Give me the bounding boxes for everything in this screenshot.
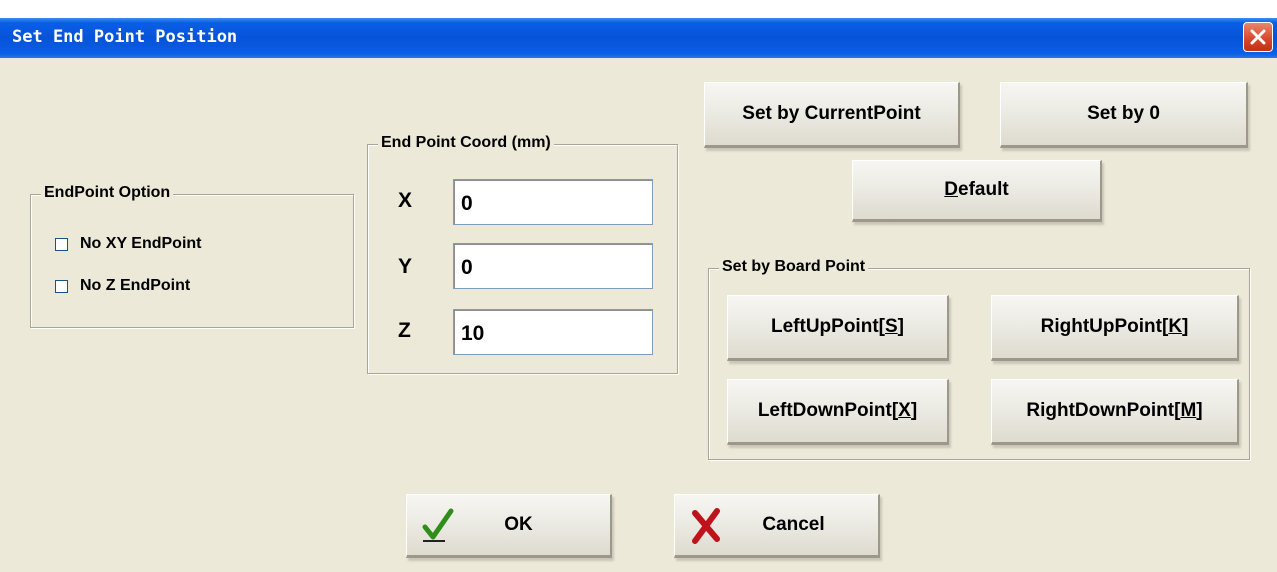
no-z-endpoint-label: No Z EndPoint — [80, 277, 191, 294]
end-point-coord-group: End Point Coord (mm) X 0 Y 0 Z 10 — [367, 134, 678, 374]
close-icon — [1250, 29, 1266, 45]
left-up-text: LeftUpPoint[ — [771, 316, 885, 337]
checkmark-icon — [422, 508, 454, 542]
right-up-mnemonic: K — [1168, 316, 1183, 337]
z-coord-input[interactable]: 10 — [453, 309, 653, 355]
close-button[interactable] — [1243, 22, 1273, 52]
left-down-point-button[interactable]: LeftDownPoint[X] — [727, 379, 949, 445]
z-label: Z — [398, 319, 411, 342]
endpoint-option-legend: EndPoint Option — [41, 184, 174, 202]
left-up-mnemonic: S — [884, 316, 898, 337]
right-up-point-label: RightUpPoint[K] — [1041, 316, 1189, 338]
endpoint-option-group: EndPoint Option No XY EndPoint No Z EndP… — [30, 184, 354, 328]
no-xy-endpoint-label: No XY EndPoint — [80, 235, 202, 252]
background-text-strip — [0, 0, 1277, 20]
left-up-point-button[interactable]: LeftUpPoint[S] — [727, 295, 949, 361]
left-down-point-label: LeftDownPoint[X] — [758, 400, 917, 422]
left-up-point-label: LeftUpPoint[S] — [771, 316, 904, 338]
right-down-point-button[interactable]: RightDownPoint[M] — [991, 379, 1239, 445]
dialog-body: EndPoint Option No XY EndPoint No Z EndP… — [0, 58, 1277, 572]
window-title: Set End Point Position — [12, 27, 238, 47]
ok-button[interactable]: OK — [406, 494, 612, 558]
cancel-label: Cancel — [762, 514, 825, 535]
checkbox-box[interactable] — [55, 237, 68, 251]
default-label: Default — [944, 179, 1008, 201]
x-coord-input[interactable]: 0 — [453, 179, 653, 225]
default-button[interactable]: Default — [852, 160, 1102, 222]
set-by-board-point-legend: Set by Board Point — [719, 258, 869, 276]
right-down-text: RightDownPoint[ — [1026, 400, 1181, 421]
set-by-current-point-button[interactable]: Set by CurrentPoint — [704, 82, 960, 148]
left-down-mnemonic: X — [898, 400, 911, 421]
set-by-zero-button[interactable]: Set by 0 — [1000, 82, 1248, 148]
end-point-coord-legend: End Point Coord (mm) — [378, 134, 554, 152]
checkbox-box[interactable] — [55, 279, 68, 293]
default-mnemonic: D — [944, 179, 959, 200]
no-xy-endpoint-checkbox[interactable]: No XY EndPoint — [55, 235, 201, 253]
x-label: X — [398, 189, 413, 212]
bracket-close: ] — [910, 400, 918, 421]
right-up-text: RightUpPoint[ — [1040, 316, 1169, 337]
right-down-mnemonic: M — [1180, 400, 1197, 421]
set-by-current-point-label: Set by CurrentPoint — [742, 103, 921, 124]
set-by-zero-label: Set by 0 — [1087, 103, 1160, 124]
bracket-close: ] — [897, 316, 904, 337]
no-z-endpoint-checkbox[interactable]: No Z EndPoint — [55, 277, 190, 295]
red-x-icon — [692, 508, 720, 544]
ok-label: OK — [504, 514, 533, 535]
title-bar: Set End Point Position — [0, 18, 1277, 58]
default-label-rest: efault — [958, 179, 1009, 200]
right-up-point-button[interactable]: RightUpPoint[K] — [991, 295, 1239, 361]
cancel-button[interactable]: Cancel — [674, 494, 880, 558]
set-by-board-point-group: Set by Board Point LeftUpPoint[S] RightU… — [708, 258, 1250, 460]
bracket-close: ] — [1196, 400, 1203, 421]
bracket-close: ] — [1182, 316, 1189, 337]
left-down-text: LeftDownPoint[ — [757, 400, 899, 421]
right-down-point-label: RightDownPoint[M] — [1026, 400, 1202, 422]
y-coord-input[interactable]: 0 — [453, 243, 653, 289]
y-label: Y — [398, 255, 413, 278]
